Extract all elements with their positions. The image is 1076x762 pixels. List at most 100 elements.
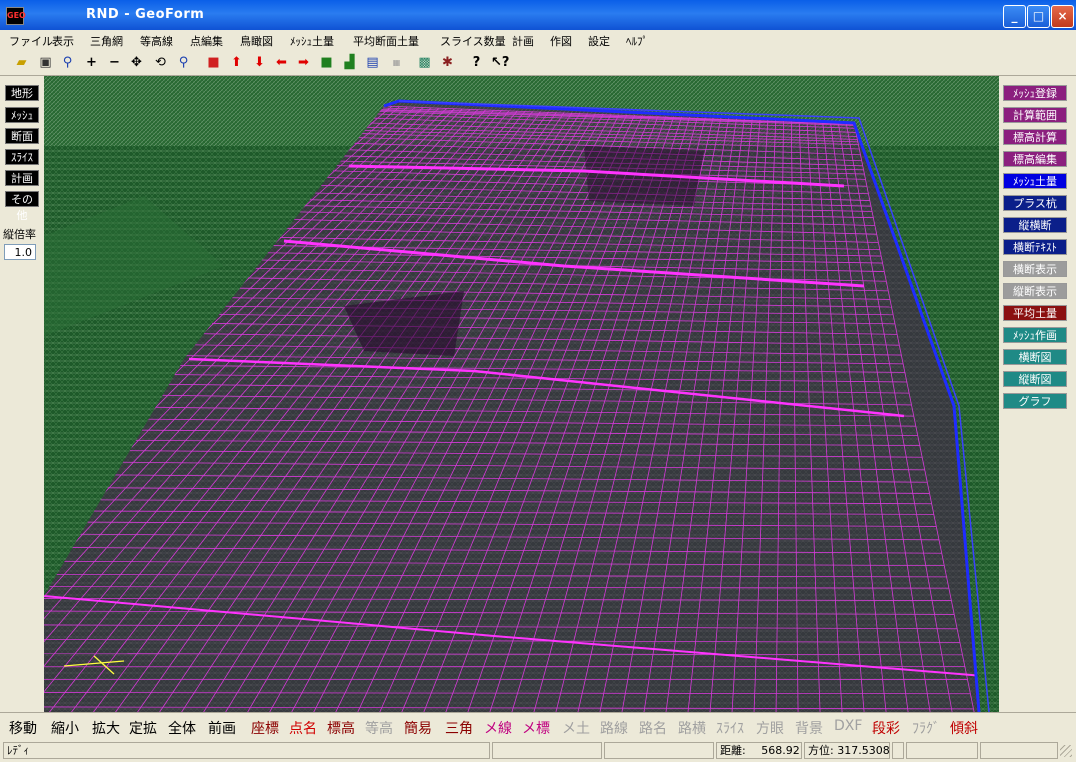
route-toggle[interactable]: 路線 xyxy=(600,718,628,738)
menu-bar: ファイル 表示 三角網 等高線 点編集 鳥瞰図 ﾒｯｼｭ土量 平均断面土量 スラ… xyxy=(0,30,1076,50)
title-bar: GEO RND - GeoForm _ □ × xyxy=(0,0,1076,30)
background-toggle[interactable]: 背景 xyxy=(795,718,823,738)
bug-icon[interactable]: ✱ xyxy=(439,54,456,71)
distance-label: 距離: xyxy=(720,744,746,757)
move-command[interactable]: 移動 xyxy=(9,718,37,738)
elevation-edit-button[interactable]: 標高編集 xyxy=(1003,151,1067,167)
mesh-register-button[interactable]: ﾒｯｼｭ登録 xyxy=(1003,85,1067,101)
graph-button[interactable]: グラフ xyxy=(1003,393,1067,409)
arrow-up-icon[interactable]: ⬆ xyxy=(228,54,245,71)
simple-toggle[interactable]: 簡易 xyxy=(404,718,432,738)
cube-icon[interactable]: ■ xyxy=(205,54,222,71)
point-name-toggle[interactable]: 点名 xyxy=(289,718,317,738)
cross-section-drawing-button[interactable]: 横断図 xyxy=(1003,349,1067,365)
command-bar: 移動 縮小 拡大 定拡 全体 前画 座標 点名 標高 等高 簡易 三角 メ線 メ… xyxy=(0,712,1076,741)
resize-grip-icon[interactable] xyxy=(1060,745,1072,757)
azimuth-value: 317.5308 xyxy=(837,744,890,757)
app-icon[interactable]: GEO xyxy=(6,7,26,25)
map-icon[interactable]: ▩ xyxy=(416,54,433,71)
slice-toggle[interactable]: ｽﾗｲｽ xyxy=(716,718,744,738)
menu-tin[interactable]: 三角網 xyxy=(90,33,123,49)
menu-birdseye[interactable]: 鳥瞰図 xyxy=(240,33,273,49)
status-pane-4 xyxy=(906,742,978,759)
grid-toggle[interactable]: 方眼 xyxy=(756,718,784,738)
maximize-button[interactable]: □ xyxy=(1027,5,1050,28)
rotate-icon[interactable]: ⟲ xyxy=(152,54,169,71)
triangle-toggle[interactable]: 三角 xyxy=(445,718,473,738)
mesh-elevation-toggle[interactable]: メ標 xyxy=(522,718,550,738)
open-folder-icon[interactable]: ▰ xyxy=(13,54,30,71)
menu-slice-quantity[interactable]: スライス数量 xyxy=(440,33,506,49)
cross-text-button[interactable]: 横断ﾃｷｽﾄ xyxy=(1003,239,1067,255)
menu-view[interactable]: 表示 xyxy=(52,33,74,49)
menu-point-edit[interactable]: 点編集 xyxy=(190,33,223,49)
window-title: RND - GeoForm xyxy=(86,7,205,22)
close-button[interactable]: × xyxy=(1051,5,1074,28)
arrow-down-icon[interactable]: ⬇ xyxy=(251,54,268,71)
section-button[interactable]: 断面 xyxy=(5,128,39,144)
profile-cross-button[interactable]: 縦横断 xyxy=(1003,217,1067,233)
plan-button[interactable]: 計画 xyxy=(5,170,39,186)
vertical-scale-input[interactable]: 1.0 xyxy=(4,244,36,260)
minus-icon[interactable]: − xyxy=(106,54,123,71)
toolbar: ▰ ▣ ⚲ + − ✥ ⟲ ⚲ ■ ⬆ ⬇ ⬅ ➡ ■ ▟ ▤ ▦ ▩ ✱ ? … xyxy=(0,50,1076,76)
menu-avg-section-volume[interactable]: 平均断面土量 xyxy=(353,33,419,49)
status-ready: ﾚﾃﾞｨ xyxy=(3,742,490,759)
mesh-button[interactable]: ﾒｯｼｭ xyxy=(5,107,39,123)
mesh-line-toggle[interactable]: メ線 xyxy=(484,718,512,738)
save-icon[interactable]: ▣ xyxy=(37,54,54,71)
zoom-icon[interactable]: ⚲ xyxy=(59,54,76,71)
terrain-button[interactable]: 地形 xyxy=(5,85,39,101)
menu-settings[interactable]: 設定 xyxy=(588,33,610,49)
enlarge-command[interactable]: 拡大 xyxy=(92,718,120,738)
cube-green-icon[interactable]: ■ xyxy=(318,54,335,71)
profile-display-button[interactable]: 縦断表示 xyxy=(1003,283,1067,299)
move-cross-icon[interactable]: ✥ xyxy=(128,54,145,71)
mesh-drawing-button[interactable]: ﾒｯｼｭ作画 xyxy=(1003,327,1067,343)
elevation-calc-button[interactable]: 標高計算 xyxy=(1003,129,1067,145)
arrow-left-icon[interactable]: ⬅ xyxy=(273,54,290,71)
menu-help[interactable]: ﾍﾙﾌﾟ xyxy=(626,33,648,49)
mesh-view xyxy=(44,76,999,712)
menu-contour[interactable]: 等高線 xyxy=(140,33,173,49)
menu-file[interactable]: ファイル xyxy=(9,33,53,49)
arrow-right-icon[interactable]: ➡ xyxy=(295,54,312,71)
fit-all-command[interactable]: 全体 xyxy=(168,718,196,738)
elevation-toggle[interactable]: 標高 xyxy=(327,718,355,738)
avg-volume-button[interactable]: 平均土量 xyxy=(1003,305,1067,321)
distance-pane: 距離: 568.921 xyxy=(716,742,802,759)
slope-toggle[interactable]: 傾斜 xyxy=(950,718,978,738)
context-help-icon[interactable]: ↖? xyxy=(491,54,509,71)
mesh-volume-button[interactable]: ﾒｯｼｭ土量 xyxy=(1003,173,1067,189)
mesh-label-icon[interactable]: ▦ xyxy=(388,54,405,71)
route-name-toggle[interactable]: 路名 xyxy=(639,718,667,738)
help-icon[interactable]: ? xyxy=(468,54,485,71)
shrink-command[interactable]: 縮小 xyxy=(51,718,79,738)
slice-button[interactable]: ｽﾗｲｽ xyxy=(5,149,39,165)
flag-toggle[interactable]: ﾌﾗｸﾞ xyxy=(912,718,940,738)
color-band-toggle[interactable]: 段彩 xyxy=(872,718,900,738)
plus-stake-button[interactable]: プラス杭 xyxy=(1003,195,1067,211)
plus-icon[interactable]: + xyxy=(83,54,100,71)
chart-icon[interactable]: ▟ xyxy=(341,54,358,71)
status-pane-3 xyxy=(892,742,904,759)
menu-mesh-volume[interactable]: ﾒｯｼｭ土量 xyxy=(290,33,334,49)
other-button[interactable]: その他 xyxy=(5,191,39,222)
dxf-toggle[interactable]: DXF xyxy=(834,718,862,734)
menu-plan[interactable]: 計画 xyxy=(512,33,534,49)
profile-drawing-button[interactable]: 縦断図 xyxy=(1003,371,1067,387)
fixed-zoom-command[interactable]: 定拡 xyxy=(129,718,157,738)
azimuth-pane: 方位: 317.5308 xyxy=(804,742,890,759)
cross-display-button[interactable]: 横断表示 xyxy=(1003,261,1067,277)
route-cross-toggle[interactable]: 路横 xyxy=(678,718,706,738)
calc-range-button[interactable]: 計算範囲 xyxy=(1003,107,1067,123)
coordinates-toggle[interactable]: 座標 xyxy=(251,718,279,738)
window-icon[interactable]: ▤ xyxy=(364,54,381,71)
menu-drawing[interactable]: 作図 xyxy=(550,33,572,49)
mesh-volume-toggle[interactable]: メ土 xyxy=(562,718,590,738)
contour-toggle[interactable]: 等高 xyxy=(365,718,393,738)
minimize-button[interactable]: _ xyxy=(1003,5,1026,28)
zoom-region-icon[interactable]: ⚲ xyxy=(175,54,192,71)
previous-view-command[interactable]: 前画 xyxy=(208,718,236,738)
birdseye-viewport[interactable] xyxy=(44,76,999,712)
